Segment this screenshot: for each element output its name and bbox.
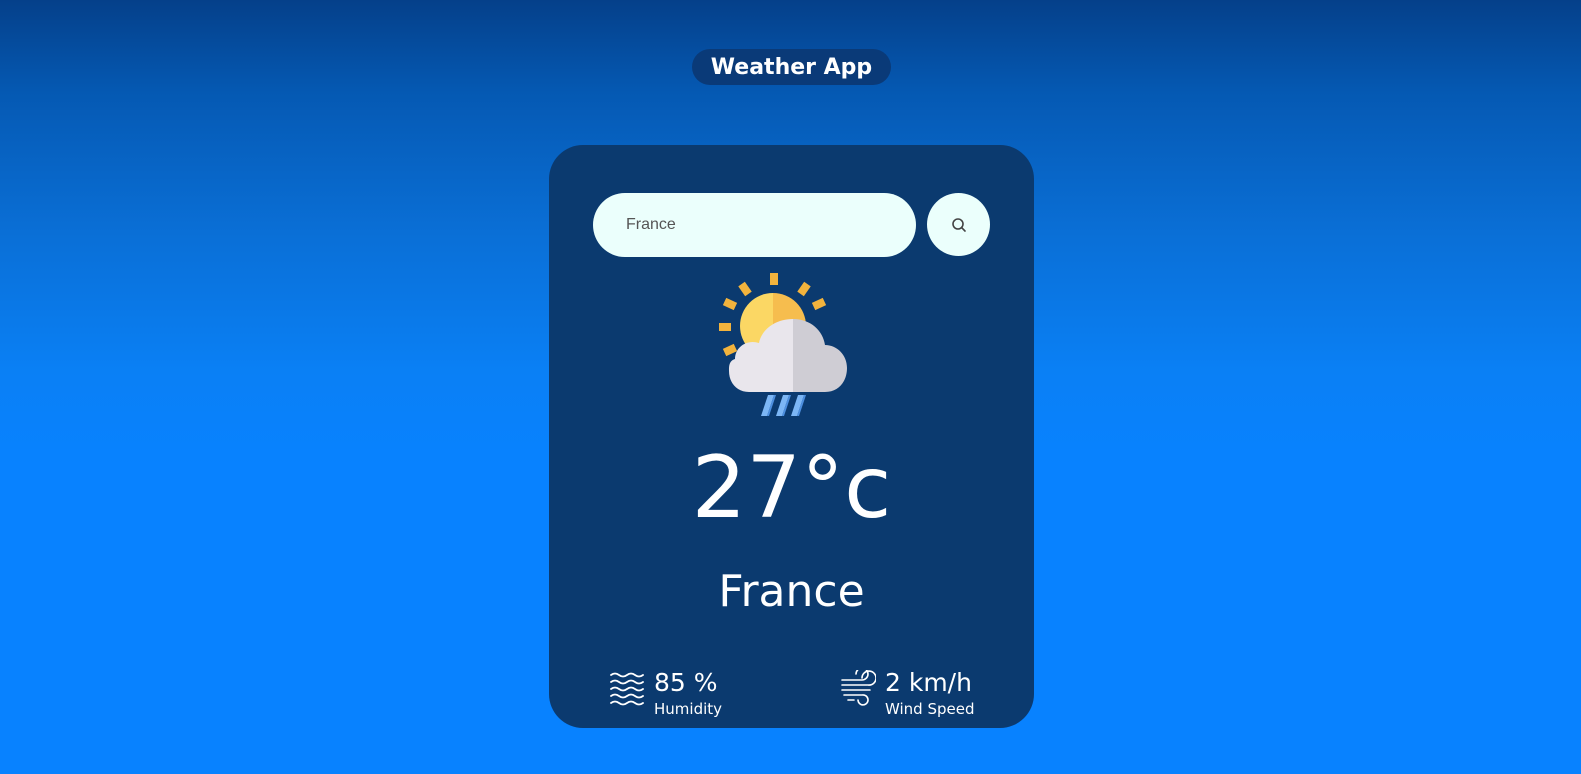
sun-cloud-rain-icon — [719, 273, 847, 416]
humidity-label: Humidity — [654, 700, 723, 718]
app-title: Weather App — [692, 49, 891, 85]
weather-card: 27°c France 85 % Humidity — [549, 145, 1034, 728]
humidity-value: 85 % — [654, 668, 718, 697]
wind-icon — [841, 670, 876, 706]
temperature: 27°c — [691, 438, 892, 538]
search-button[interactable] — [927, 193, 990, 256]
humidity-waves-icon — [610, 672, 644, 706]
search-input[interactable] — [593, 193, 916, 257]
wind-label: Wind Speed — [885, 700, 975, 718]
search-icon — [951, 217, 966, 232]
humidity-metric: 85 % Humidity — [609, 668, 722, 718]
wind-value: 2 km/h — [885, 668, 972, 697]
city-name: France — [718, 566, 865, 617]
wind-metric: 2 km/h Wind Speed — [840, 668, 975, 718]
